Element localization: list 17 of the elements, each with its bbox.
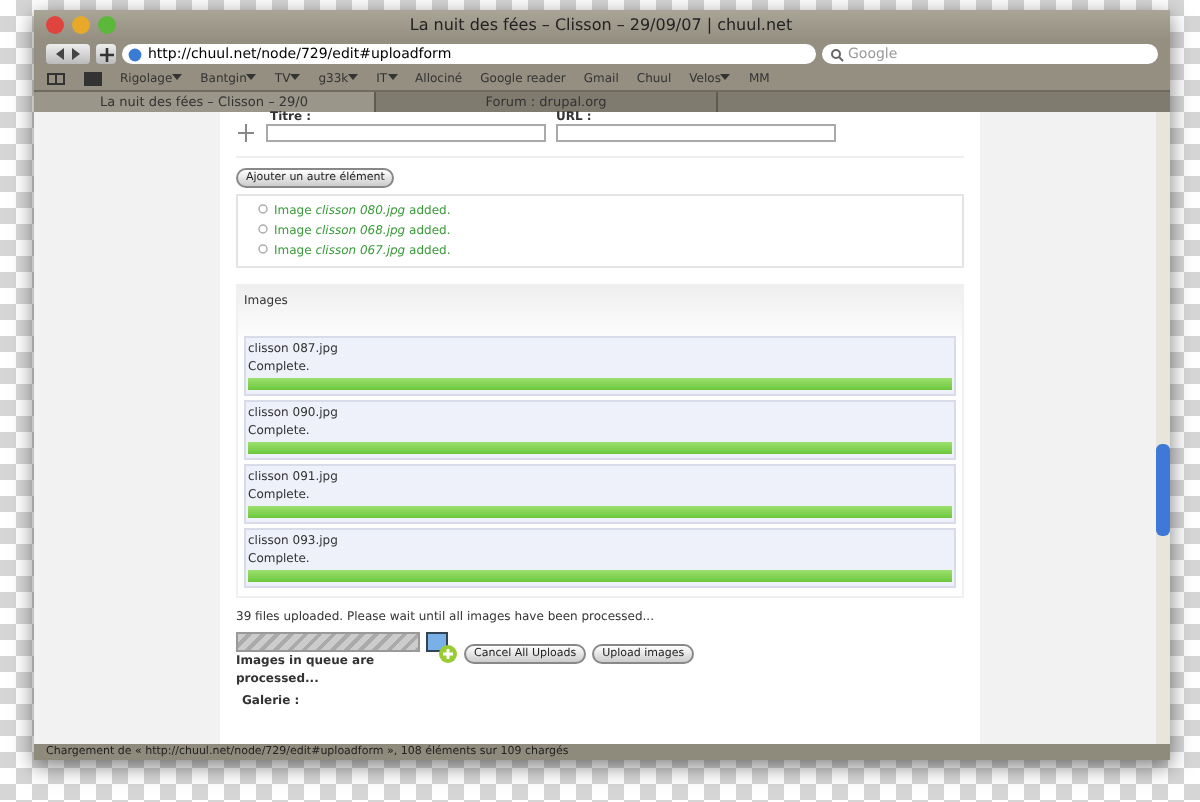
url-input[interactable] bbox=[556, 124, 836, 142]
scrollbar[interactable] bbox=[1156, 112, 1170, 744]
add-image-icon[interactable] bbox=[426, 632, 458, 664]
bullet-icon bbox=[258, 224, 268, 234]
drag-handle-icon[interactable] bbox=[236, 124, 256, 142]
add-bookmark-button[interactable] bbox=[96, 44, 116, 64]
book-icon[interactable] bbox=[46, 72, 66, 86]
scrollbar-thumb[interactable] bbox=[1156, 444, 1170, 536]
window-title: La nuit des fées – Clisson – 29/09/07 | chuul.net bbox=[407, 16, 795, 34]
back-forward-button[interactable] bbox=[46, 44, 90, 64]
minimize-button[interactable] bbox=[72, 16, 90, 34]
title-input[interactable] bbox=[266, 124, 546, 142]
search-icon bbox=[830, 47, 844, 61]
zoom-button[interactable] bbox=[98, 16, 116, 34]
close-button[interactable] bbox=[46, 16, 64, 34]
bullet-icon bbox=[258, 204, 268, 214]
bullet-icon bbox=[258, 244, 268, 254]
